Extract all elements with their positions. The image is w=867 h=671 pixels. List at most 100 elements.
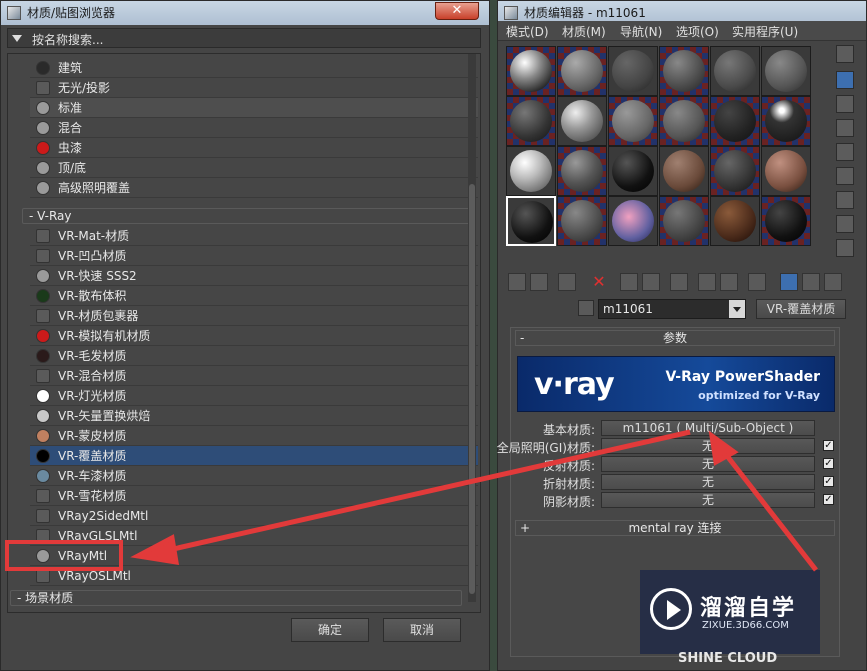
param-enable-checkbox[interactable]: ✓ xyxy=(823,440,834,451)
material-item[interactable]: 顶/底 xyxy=(30,158,478,178)
sample-slot[interactable] xyxy=(506,196,556,246)
material-item[interactable]: VR-模拟有机材质 xyxy=(30,326,478,346)
sample-slot[interactable] xyxy=(608,46,658,96)
menu-material[interactable]: 材质(M) xyxy=(562,23,606,40)
scroll-up-icon[interactable] xyxy=(836,45,854,63)
param-enable-checkbox[interactable]: ✓ xyxy=(823,476,834,487)
sample-slot[interactable] xyxy=(710,196,760,246)
sample-slot[interactable] xyxy=(506,146,556,196)
material-item[interactable]: VR-蒙皮材质 xyxy=(30,426,478,446)
params-rollout-header[interactable]: - 参数 xyxy=(515,330,835,346)
sibling-icon[interactable] xyxy=(824,273,842,291)
material-name-field[interactable]: m11061 xyxy=(598,299,746,319)
ok-button[interactable]: 确定 xyxy=(291,618,369,642)
param-material-button[interactable]: 无 xyxy=(601,492,815,508)
cancel-button[interactable]: 取消 xyxy=(383,618,461,642)
sample-slot[interactable] xyxy=(506,46,556,96)
copy-material-icon[interactable] xyxy=(620,273,638,291)
material-type-button[interactable]: VR-覆盖材质 xyxy=(756,299,846,319)
material-item[interactable]: 虫漆 xyxy=(30,138,478,158)
material-item[interactable]: 建筑 xyxy=(30,58,478,78)
material-item[interactable]: VR-快速 SSS2 xyxy=(30,266,478,286)
menu-utilities[interactable]: 实用程序(U) xyxy=(732,23,798,40)
sample-slot[interactable] xyxy=(608,96,658,146)
mental-ray-rollout[interactable]: + mental ray 连接 xyxy=(515,520,835,536)
backlight-icon[interactable] xyxy=(836,95,854,113)
search-input[interactable]: 按名称搜索... xyxy=(32,31,103,48)
sample-slot[interactable] xyxy=(557,46,607,96)
scrollbar-thumb[interactable] xyxy=(469,184,475,594)
menu-mode[interactable]: 模式(D) xyxy=(506,23,549,40)
param-enable-checkbox[interactable]: ✓ xyxy=(823,494,834,505)
preview-icon[interactable] xyxy=(836,191,854,209)
param-material-button[interactable]: m11061 ( Multi/Sub-Object ) xyxy=(601,420,815,436)
material-item[interactable]: VR-灯光材质 xyxy=(30,386,478,406)
material-item[interactable]: VR-Mat-材质 xyxy=(30,226,478,246)
param-enable-checkbox[interactable]: ✓ xyxy=(823,458,834,469)
param-material-button[interactable]: 无 xyxy=(601,438,815,454)
material-item[interactable]: VR-凹凸材质 xyxy=(30,246,478,266)
assign-to-selection-icon[interactable] xyxy=(558,273,576,291)
sample-slot[interactable] xyxy=(761,146,811,196)
put-to-library-icon[interactable] xyxy=(670,273,688,291)
sample-slot[interactable] xyxy=(761,196,811,246)
material-item[interactable]: VR-散布体积 xyxy=(30,286,478,306)
material-swatch-icon xyxy=(36,161,50,175)
sample-slot[interactable] xyxy=(557,146,607,196)
material-id-icon[interactable] xyxy=(698,273,716,291)
sample-slot[interactable] xyxy=(608,146,658,196)
sample-slot[interactable] xyxy=(659,96,709,146)
sample-slot[interactable] xyxy=(761,96,811,146)
sample-slot[interactable] xyxy=(659,196,709,246)
sample-slot[interactable] xyxy=(557,196,607,246)
select-by-material-icon[interactable] xyxy=(836,239,854,257)
sample-slot[interactable] xyxy=(659,146,709,196)
delete-icon[interactable]: ✕ xyxy=(590,273,608,291)
scene-section-header[interactable]: - 场景材质 xyxy=(10,590,462,606)
param-material-button[interactable]: 无 xyxy=(601,474,815,490)
name-dropdown-icon[interactable] xyxy=(729,300,745,318)
material-item[interactable]: VR-雪花材质 xyxy=(30,486,478,506)
material-item[interactable]: 高级照明覆盖 xyxy=(30,178,478,198)
sample-slot[interactable] xyxy=(506,96,556,146)
get-material-icon[interactable] xyxy=(508,273,526,291)
close-button[interactable]: ✕ xyxy=(435,2,479,20)
material-item[interactable]: VR-毛发材质 xyxy=(30,346,478,366)
material-item[interactable]: VR-车漆材质 xyxy=(30,466,478,486)
material-item[interactable]: VR-混合材质 xyxy=(30,366,478,386)
eyedropper-icon[interactable] xyxy=(578,300,594,316)
vray-section-header[interactable]: - V-Ray xyxy=(22,208,474,224)
search-bar[interactable]: 按名称搜索... xyxy=(7,28,481,48)
param-material-button[interactable]: 无 xyxy=(601,456,815,472)
go-forward-icon[interactable] xyxy=(802,273,820,291)
sample-slot[interactable] xyxy=(710,46,760,96)
material-swatch-icon xyxy=(36,489,50,503)
background-icon[interactable] xyxy=(836,119,854,137)
video-color-icon[interactable] xyxy=(836,167,854,185)
vertical-scrollbar[interactable] xyxy=(468,54,476,602)
sample-slot[interactable] xyxy=(659,46,709,96)
menu-options[interactable]: 选项(O) xyxy=(676,23,719,40)
sample-slot[interactable] xyxy=(761,46,811,96)
show-map-icon[interactable] xyxy=(720,273,738,291)
sample-slot[interactable] xyxy=(557,96,607,146)
put-to-scene-icon[interactable] xyxy=(530,273,548,291)
color-check-icon[interactable] xyxy=(836,143,854,161)
sample-slot[interactable] xyxy=(608,196,658,246)
make-unique-icon[interactable] xyxy=(642,273,660,291)
dropdown-triangle-icon[interactable] xyxy=(12,35,22,42)
material-item[interactable]: 无光/投影 xyxy=(30,78,478,98)
options-icon[interactable] xyxy=(836,215,854,233)
material-item[interactable]: 标准 xyxy=(30,98,478,118)
material-item[interactable]: VR-覆盖材质 xyxy=(30,446,478,466)
sample-slot[interactable] xyxy=(710,96,760,146)
material-item[interactable]: 混合 xyxy=(30,118,478,138)
sample-slot[interactable] xyxy=(710,146,760,196)
go-to-parent-icon[interactable] xyxy=(780,273,798,291)
menu-navigation[interactable]: 导航(N) xyxy=(620,23,662,40)
material-item[interactable]: VR-矢量置换烘焙 xyxy=(30,406,478,426)
material-item[interactable]: VRay2SidedMtl xyxy=(30,506,478,526)
show-end-result-icon[interactable] xyxy=(748,273,766,291)
sample-type-icon[interactable] xyxy=(836,71,854,89)
material-item[interactable]: VR-材质包裹器 xyxy=(30,306,478,326)
